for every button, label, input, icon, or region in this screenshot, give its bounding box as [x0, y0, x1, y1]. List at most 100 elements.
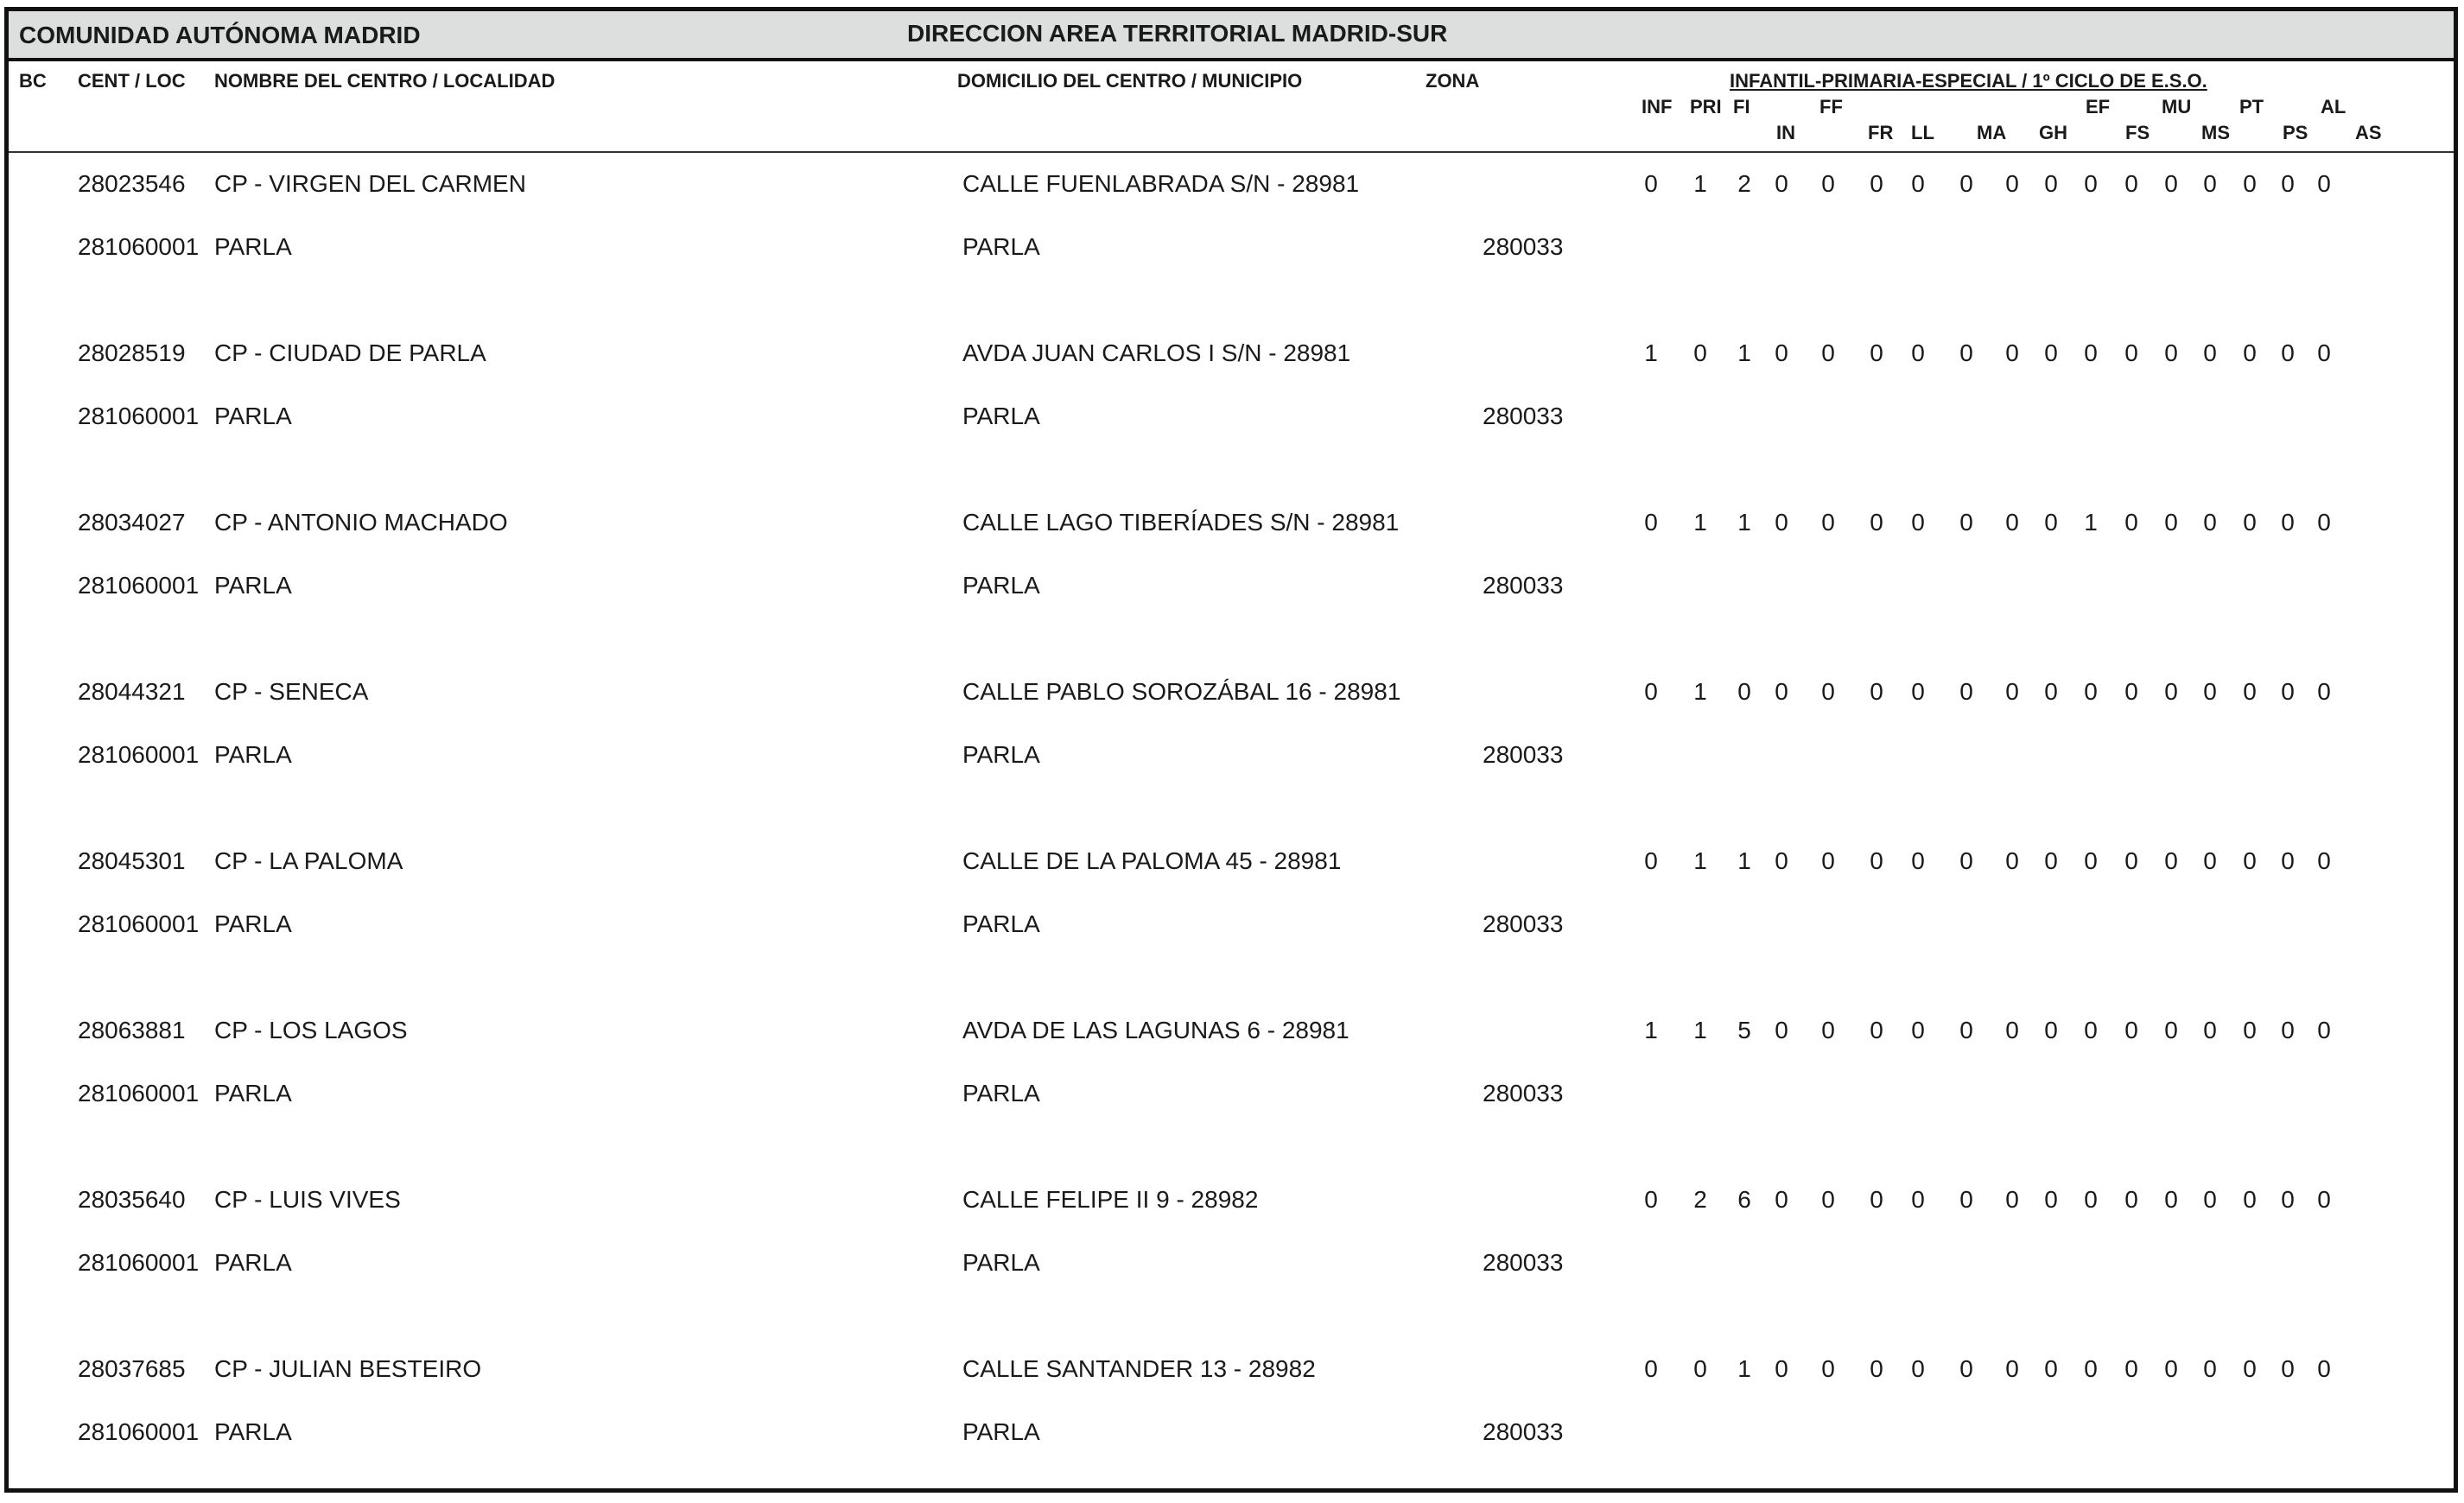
count-pri: 0: [1693, 339, 1707, 366]
count-ma: 0: [1959, 1355, 1973, 1382]
count-ma: 0: [1959, 339, 1973, 366]
count-ff: 0: [1821, 678, 1835, 705]
zone-code: 280033: [1483, 233, 1564, 260]
center-code: 28044321: [78, 678, 186, 705]
count-fs: 0: [2084, 339, 2098, 366]
count-ll: 0: [1911, 509, 1925, 536]
count-ms: 0: [2164, 1355, 2178, 1382]
count-fs: 0: [2084, 1186, 2098, 1213]
zone-code: 280033: [1483, 1249, 1564, 1276]
count-mu: 0: [2124, 847, 2138, 874]
count-al: 0: [2281, 170, 2295, 197]
locality-code: 281060001: [78, 910, 200, 937]
count-ef: 0: [2044, 1017, 2058, 1043]
count-pt: 0: [2203, 1355, 2217, 1382]
count-fi: 6: [1737, 1186, 1751, 1213]
center-address: CALLE SANTANDER 13 - 28982: [962, 1355, 1316, 1382]
count-ff: 0: [1821, 339, 1835, 366]
count-ms: 0: [2164, 509, 2178, 536]
count-as: 0: [2317, 1355, 2331, 1382]
count-ef: 0: [2044, 847, 2058, 874]
locality-name: PARLA: [214, 741, 292, 768]
header-code-pri: PRI: [1690, 96, 1722, 117]
header-code-ff: FF: [1819, 96, 1843, 117]
count-mu: 0: [2124, 509, 2138, 536]
count-mu: 0: [2124, 1017, 2138, 1043]
locality-code: 281060001: [78, 403, 200, 429]
header-group: INFANTIL-PRIMARIA-ESPECIAL / 1º CICLO DE…: [1730, 70, 2207, 92]
count-in: 0: [1775, 847, 1788, 874]
count-as: 0: [2317, 678, 2331, 705]
count-in: 0: [1775, 170, 1788, 197]
count-ps: 0: [2243, 170, 2257, 197]
locality-name: PARLA: [214, 1080, 292, 1107]
count-ef: 0: [2044, 170, 2058, 197]
zone-code: 280033: [1483, 1080, 1564, 1107]
header-bc: BC: [19, 70, 47, 92]
count-pt: 0: [2203, 170, 2217, 197]
header-code-mu: MU: [2162, 96, 2192, 117]
count-ll: 0: [1911, 847, 1925, 874]
header-code-ll: LL: [1911, 122, 1934, 143]
center-address: CALLE LAGO TIBERÍADES S/N - 28981: [962, 509, 1400, 536]
count-fi: 1: [1737, 509, 1751, 536]
count-pt: 0: [2203, 847, 2217, 874]
center-address: CALLE PABLO SOROZÁBAL 16 - 28981: [962, 678, 1401, 705]
count-as: 0: [2317, 1017, 2331, 1043]
center-code: 28034027: [78, 509, 186, 536]
header-code-as: AS: [2355, 122, 2382, 143]
center-name: CP - JULIAN BESTEIRO: [214, 1355, 482, 1382]
count-ef: 0: [2044, 339, 2058, 366]
center-name: CP - LOS LAGOS: [214, 1017, 408, 1043]
count-pri: 1: [1693, 170, 1707, 197]
center-name: CP - LUIS VIVES: [214, 1186, 401, 1213]
direction-title: DIRECCION AREA TERRITORIAL MADRID-SUR: [907, 20, 1448, 47]
count-ps: 0: [2243, 1186, 2257, 1213]
count-ll: 0: [1911, 678, 1925, 705]
count-ll: 0: [1911, 1186, 1925, 1213]
count-in: 0: [1775, 1355, 1788, 1382]
header-code-fr: FR: [1868, 122, 1894, 143]
locality-name: PARLA: [214, 1418, 292, 1445]
count-inf: 1: [1644, 1017, 1658, 1043]
count-inf: 0: [1644, 1355, 1658, 1382]
count-pt: 0: [2203, 339, 2217, 366]
header-code-fi: FI: [1733, 96, 1750, 117]
count-fi: 1: [1737, 847, 1751, 874]
count-ef: 0: [2044, 509, 2058, 536]
count-fr: 0: [1870, 170, 1883, 197]
center-name: CP - VIRGEN DEL CARMEN: [214, 170, 526, 197]
municipality-name: PARLA: [962, 741, 1040, 768]
center-code: 28035640: [78, 1186, 186, 1213]
center-address: AVDA DE LAS LAGUNAS 6 - 28981: [962, 1017, 1349, 1043]
count-ff: 0: [1821, 1017, 1835, 1043]
count-fi: 0: [1737, 678, 1751, 705]
count-mu: 0: [2124, 339, 2138, 366]
center-address: AVDA JUAN CARLOS I S/N - 28981: [962, 339, 1351, 366]
zone-code: 280033: [1483, 741, 1564, 768]
count-fi: 1: [1737, 1355, 1751, 1382]
count-gh: 0: [2005, 1017, 2019, 1043]
count-inf: 0: [1644, 1186, 1658, 1213]
center-code: 28023546: [78, 170, 186, 197]
locality-code: 281060001: [78, 233, 200, 260]
count-ef: 0: [2044, 678, 2058, 705]
count-al: 0: [2281, 1186, 2295, 1213]
count-al: 0: [2281, 847, 2295, 874]
count-ff: 0: [1821, 1186, 1835, 1213]
count-gh: 0: [2005, 339, 2019, 366]
count-inf: 0: [1644, 847, 1658, 874]
count-ms: 0: [2164, 1017, 2178, 1043]
locality-name: PARLA: [214, 1249, 292, 1276]
count-inf: 0: [1644, 678, 1658, 705]
count-mu: 0: [2124, 678, 2138, 705]
count-al: 0: [2281, 1017, 2295, 1043]
count-inf: 0: [1644, 170, 1658, 197]
count-pri: 0: [1693, 1355, 1707, 1382]
count-fr: 0: [1870, 1186, 1883, 1213]
count-fr: 0: [1870, 1017, 1883, 1043]
locality-name: PARLA: [214, 233, 292, 260]
community-title: COMUNIDAD AUTÓNOMA MADRID: [19, 22, 421, 48]
count-fr: 0: [1870, 339, 1883, 366]
count-pt: 0: [2203, 509, 2217, 536]
